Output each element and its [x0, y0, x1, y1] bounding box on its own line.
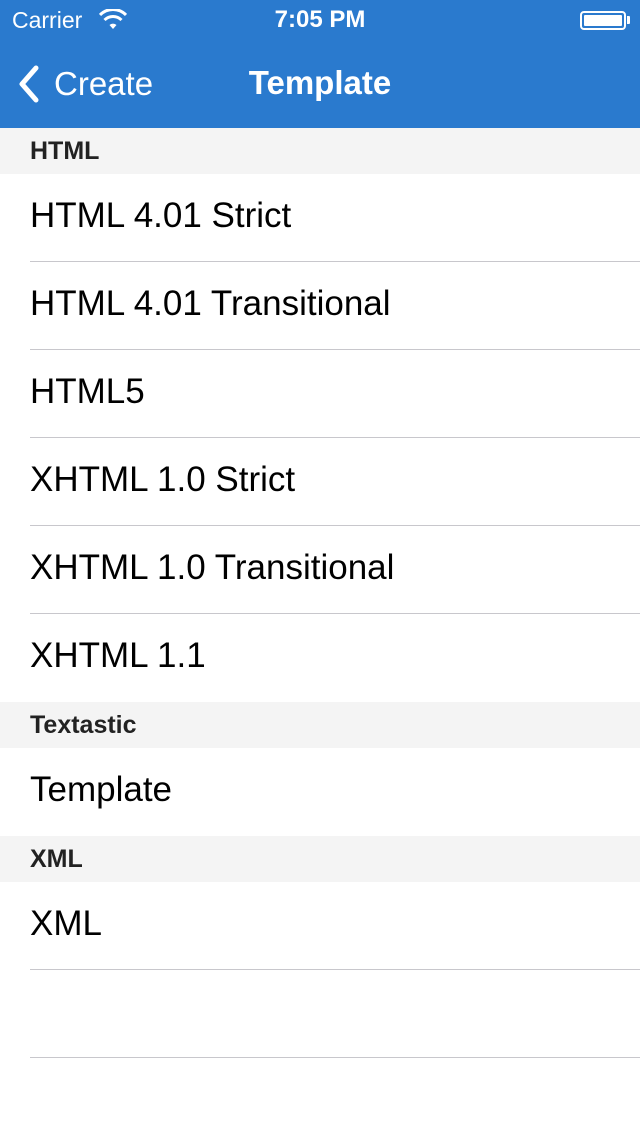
section-header-textastic: Textastic — [0, 702, 640, 748]
list-item[interactable]: HTML5 — [0, 350, 640, 438]
status-time: 7:05 PM — [274, 6, 366, 33]
list-item-label: HTML5 — [30, 372, 145, 411]
list-item[interactable]: XHTML 1.0 Strict — [0, 438, 640, 526]
list-item-label: XHTML 1.1 — [30, 636, 206, 675]
list-item-label: XHTML 1.0 Strict — [30, 460, 296, 499]
list-item[interactable]: XML — [0, 882, 640, 970]
battery-icon — [580, 11, 626, 30]
list-item-label: HTML 4.01 Strict — [30, 196, 292, 235]
template-list: HTML HTML 4.01 Strict HTML 4.01 Transiti… — [0, 128, 640, 1058]
section-header-label: XML — [30, 845, 83, 873]
section-header-xml: XML — [0, 836, 640, 882]
section-header-html: HTML — [0, 128, 640, 174]
page-title: Template — [248, 64, 392, 101]
battery-level — [584, 15, 622, 26]
list-item-label: Template — [30, 770, 173, 809]
list-item[interactable]: XHTML 1.1 — [0, 614, 640, 702]
list-item-label: XML — [30, 904, 102, 943]
list-item[interactable]: HTML 4.01 Strict — [0, 174, 640, 262]
section-header-label: Textastic — [30, 711, 137, 739]
list-item-label: HTML 4.01 Transitional — [30, 284, 391, 323]
empty-row — [0, 970, 640, 1058]
battery-nub — [627, 16, 630, 24]
list-item-label: XHTML 1.0 Transitional — [30, 548, 395, 587]
list-item[interactable]: Template — [0, 748, 640, 836]
navigation-bar: Carrier 7:05 PM Create Template — [0, 0, 640, 128]
status-bar: Carrier 7:05 PM — [0, 0, 640, 40]
section-header-label: HTML — [30, 137, 100, 165]
list-item[interactable]: HTML 4.01 Transitional — [0, 262, 640, 350]
list-item[interactable]: XHTML 1.0 Transitional — [0, 526, 640, 614]
